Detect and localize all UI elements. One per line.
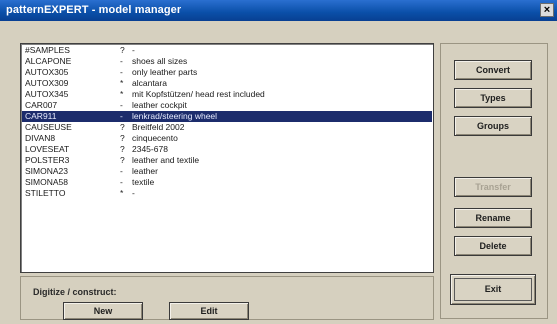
groups-button[interactable]: Groups: [454, 116, 532, 136]
model-flag: -: [120, 177, 123, 187]
list-item[interactable]: AUTOX305 - only leather parts: [22, 67, 432, 78]
edit-button[interactable]: Edit: [169, 302, 249, 320]
model-description: Breitfeld 2002: [132, 122, 185, 132]
model-name: AUTOX309: [25, 78, 69, 88]
list-item[interactable]: CAR911 - lenkrad/steering wheel: [22, 111, 432, 122]
convert-button[interactable]: Convert: [454, 60, 532, 80]
model-name: SIMONA58: [25, 177, 68, 187]
model-description: textile: [132, 177, 155, 187]
model-flag: *: [120, 188, 124, 198]
model-description: only leather parts: [132, 67, 198, 77]
model-flag: ?: [120, 155, 125, 165]
model-description: 2345-678: [132, 144, 168, 154]
model-name: DIVAN8: [25, 133, 56, 143]
list-item[interactable]: DIVAN8? cinquecento: [22, 133, 432, 144]
list-item[interactable]: LOVESEAT? 2345-678: [22, 144, 432, 155]
close-icon[interactable]: ×: [540, 3, 554, 17]
model-flag: -: [120, 166, 123, 176]
model-flag: ?: [120, 45, 125, 55]
model-flag: *: [120, 89, 124, 99]
window-title: patternEXPERT - model manager: [6, 4, 182, 16]
model-description: leather and textile: [132, 155, 200, 165]
model-flag: ?: [120, 144, 125, 154]
dialog-body: #SAMPLES? - ALCAPONE - shoes all sizes AUTOX3…: [0, 21, 557, 324]
model-name: CAR911: [25, 111, 57, 121]
model-flag: -: [120, 100, 123, 110]
list-item[interactable]: #SAMPLES? -: [22, 45, 432, 56]
model-name: LOVESEAT: [25, 144, 70, 154]
list-item[interactable]: STILETTO * -: [22, 188, 432, 199]
model-description: alcantara: [132, 78, 167, 88]
list-item[interactable]: SIMONA58 - textile: [22, 177, 432, 188]
rename-button[interactable]: Rename: [454, 208, 532, 228]
model-name: ALCAPONE: [25, 56, 72, 66]
list-item[interactable]: ALCAPONE - shoes all sizes: [22, 56, 432, 67]
model-manager-window: patternEXPERT - model manager × #SAMPLES…: [0, 0, 557, 324]
model-flag: ?: [120, 122, 125, 132]
model-description: lenkrad/steering wheel: [132, 111, 218, 121]
model-flag: -: [120, 67, 123, 77]
list-item[interactable]: SIMONA23 - leather: [22, 166, 432, 177]
model-list[interactable]: #SAMPLES? - ALCAPONE - shoes all sizes AUTOX3…: [20, 43, 434, 273]
model-description: leather cockpit: [132, 100, 187, 110]
model-description: cinquecento: [132, 133, 178, 143]
model-description: leather: [132, 166, 158, 176]
list-item[interactable]: AUTOX309 * alcantara: [22, 78, 432, 89]
digitize-label: Digitize / construct:: [33, 287, 117, 297]
list-item[interactable]: CAUSEUSE? Breitfeld 2002: [22, 122, 432, 133]
model-name: POLSTER3: [25, 155, 70, 165]
model-description: mit Kopfstützen/ head rest included: [132, 89, 265, 99]
model-description: -: [132, 45, 135, 55]
types-button[interactable]: Types: [454, 88, 532, 108]
list-item[interactable]: POLSTER3? leather and textile: [22, 155, 432, 166]
list-item[interactable]: CAR007 - leather cockpit: [22, 100, 432, 111]
model-name: #SAMPLES: [25, 45, 70, 55]
exit-button[interactable]: Exit: [450, 274, 536, 305]
model-flag: -: [120, 56, 123, 66]
new-button[interactable]: New: [63, 302, 143, 320]
model-name: AUTOX345: [25, 89, 69, 99]
model-name: CAR007: [25, 100, 58, 110]
model-name: CAUSEUSE: [25, 122, 72, 132]
model-description: -: [132, 188, 135, 198]
delete-button[interactable]: Delete: [454, 236, 532, 256]
list-item[interactable]: AUTOX345 * mit Kopfstützen/ head rest incl…: [22, 89, 432, 100]
model-flag: ?: [120, 133, 125, 143]
transfer-button[interactable]: Transfer: [454, 177, 532, 197]
title-bar[interactable]: patternEXPERT - model manager ×: [0, 0, 557, 21]
model-name: SIMONA23: [25, 166, 68, 176]
exit-focus-frame: [454, 278, 532, 301]
model-name: AUTOX305: [25, 67, 69, 77]
model-name: STILETTO: [25, 188, 66, 198]
model-description: shoes all sizes: [132, 56, 188, 66]
model-flag: -: [120, 111, 123, 121]
model-flag: *: [120, 78, 124, 88]
digitize-group: Digitize / construct: New Edit: [20, 276, 434, 320]
